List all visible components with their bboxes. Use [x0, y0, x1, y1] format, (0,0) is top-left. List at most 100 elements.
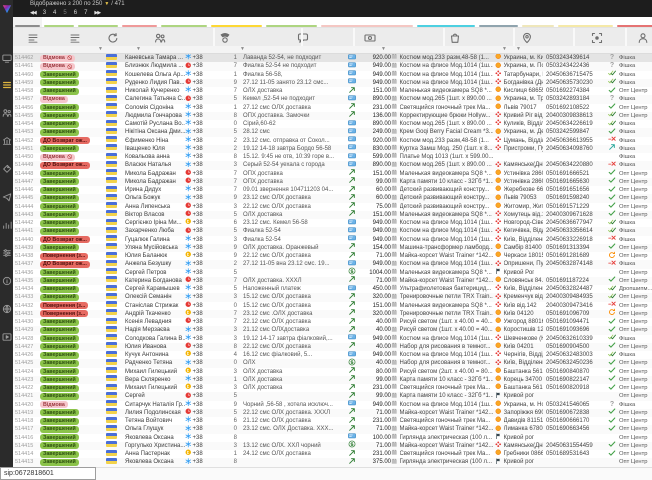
last-page-button[interactable]: ▶▶ [94, 10, 100, 16]
tracking-number[interactable]: 20450632483003 [543, 351, 605, 359]
page-button-3[interactable]: 3 [43, 10, 46, 16]
tracking-number[interactable]: 20450636613955 [543, 137, 605, 145]
callback-column-icon[interactable] [107, 31, 119, 43]
tracking-number[interactable]: 0501690820918 [543, 384, 605, 392]
page-button-4[interactable]: 4 [53, 10, 56, 16]
substatus-column-icon[interactable] [69, 31, 81, 43]
order-comment: 16.12 смс фіалковий, 5... [243, 351, 347, 359]
tracking-number[interactable]: 20400309671628 [543, 211, 605, 219]
client-column-icon[interactable] [154, 31, 166, 43]
tracking-number[interactable]: 20450632610339 [543, 335, 605, 343]
tracking-number[interactable]: 0501690663456 [543, 425, 605, 433]
column-filter-caret-icon[interactable]: ▼ [98, 46, 103, 52]
tracking-number[interactable]: 0503242599847 [543, 128, 605, 136]
tracking-number[interactable]: 20450631554459 [543, 442, 605, 450]
manager-column-icon[interactable] [637, 31, 649, 43]
page-button-6[interactable]: 6 [74, 10, 77, 16]
tracking-number[interactable]: 20450634226619 [543, 120, 605, 128]
tab-6[interactable]: Завершений278 [264, 17, 318, 27]
status-badge: Завершений [40, 434, 79, 441]
tab-12[interactable]: Повернений [615, 17, 652, 27]
tracking-number[interactable]: 20450636677947 [543, 219, 605, 227]
page-button-5[interactable]: 5 [63, 10, 66, 16]
dashboard-icon[interactable] [1, 52, 12, 63]
tracking-number[interactable]: 0501692274384 [543, 87, 605, 95]
tab-4[interactable]: Запакований1 [159, 17, 209, 27]
tab-7[interactable]: Повернення товару (в дорозі)0 [319, 17, 415, 27]
delivery-column-icon[interactable] [521, 31, 533, 43]
tracking-number[interactable]: 0501691281689 [543, 252, 605, 260]
order-id: 514420 [13, 401, 40, 409]
tracking-number[interactable]: 20450633356614 [543, 227, 605, 235]
table-row[interactable]: 514413ЗавершенийЯковлева Оксана+388375.0… [13, 458, 652, 466]
tracking-number[interactable]: 0501691093696 [543, 326, 605, 334]
tracking-number[interactable]: 20450632450236 [543, 359, 605, 367]
tracking-number[interactable]: 0501690822147 [543, 376, 605, 384]
tracking-number[interactable]: 20400309473416 [543, 302, 605, 310]
tracking-number[interactable]: 0501691665630 [543, 178, 605, 186]
column-filter-caret-icon[interactable]: ▼ [381, 46, 386, 52]
first-page-button[interactable]: ◀◀ [30, 10, 36, 16]
comment-column-icon[interactable] [297, 31, 309, 43]
video-icon[interactable] [1, 331, 12, 342]
tracking-number[interactable]: 0501691666521 [543, 170, 605, 178]
tab-11[interactable]: В дорозі додому0 [556, 17, 615, 27]
tracking-number[interactable]: 20450632824487 [543, 285, 605, 293]
phone-column-icon[interactable] [219, 31, 231, 43]
tracking-column-icon[interactable] [591, 31, 603, 43]
settings-icon[interactable] [1, 247, 12, 258]
tracking-number[interactable]: 0501690904500 [543, 343, 605, 351]
products-icon[interactable] [1, 163, 12, 174]
tab-8[interactable]: Нема в наявності1 [415, 17, 477, 27]
page-button-7[interactable]: 7 [84, 10, 87, 16]
info-icon[interactable] [1, 275, 12, 286]
tracking-number[interactable]: 0501691187224 [543, 277, 605, 285]
tracking-number[interactable]: 0501692108522 [543, 104, 605, 112]
tracking-number[interactable]: 20450634098760 [543, 145, 605, 153]
tracking-number[interactable]: 0501691094471 [543, 318, 605, 326]
tracking-number[interactable]: 20450633226918 [543, 236, 605, 244]
tab-2[interactable]: Прийнятий7 [76, 17, 120, 27]
clients-icon[interactable] [1, 107, 12, 118]
page-size-caret-icon[interactable]: ▼ [104, 1, 109, 7]
tab-10[interactable]: Сервіси0 [520, 17, 556, 27]
tracking-number[interactable]: 0501691313394 [543, 244, 605, 252]
tracking-number[interactable]: 0501690672838 [543, 409, 605, 417]
payment-column-icon[interactable] [364, 31, 376, 43]
campaigns-icon[interactable] [1, 191, 12, 202]
client-phone-link[interactable]: +38 [185, 458, 221, 468]
tracking-number[interactable]: 20400309484935 [543, 293, 605, 301]
tracking-number[interactable]: 0503241546065 [543, 401, 605, 409]
product-column-icon[interactable] [449, 31, 461, 43]
integrations-icon[interactable] [1, 303, 12, 314]
tracking-number[interactable]: 0501689531643 [543, 450, 605, 458]
column-filter-caret-icon[interactable]: ▼ [516, 46, 521, 52]
warehouse-icon[interactable] [1, 135, 12, 146]
tab-3[interactable]: Відмова42 [120, 17, 159, 27]
tab-1[interactable]: Новий48 [42, 17, 76, 27]
tracking-number[interactable]: 20450636715475 [543, 71, 605, 79]
order-comment: 21.12 смс ОЛХдоставка [243, 326, 347, 334]
tracking-number[interactable]: 20450634220880 [543, 161, 605, 169]
column-filter-caret-icon[interactable]: ▼ [240, 46, 245, 52]
tracking-number[interactable]: 20400309838613 [543, 112, 605, 120]
tracking-number[interactable]: 0501691598240 [543, 194, 605, 202]
tracking-number[interactable]: 0503242893184 [543, 95, 605, 103]
tracking-number[interactable]: 0501691651656 [543, 186, 605, 194]
tab-9[interactable]: Самовивіз2 [477, 17, 520, 27]
status-column-icon[interactable] [27, 31, 39, 43]
tracking-number[interactable]: 0501691571229 [543, 203, 605, 211]
tracking-number[interactable]: 20450632874148 [543, 260, 605, 268]
column-filter-caret-icon[interactable]: ▼ [136, 46, 141, 52]
tab-all[interactable]: Всі471 [13, 17, 42, 27]
orders-icon[interactable] [1, 79, 12, 90]
tracking-number[interactable]: 0503243422436 [543, 62, 605, 70]
tracking-number[interactable]: 0501690840870 [543, 368, 605, 376]
column-filter-caret-icon[interactable]: ▼ [502, 46, 507, 52]
tracking-number[interactable]: 20450635730230 [543, 79, 605, 87]
statistics-icon[interactable] [1, 219, 12, 230]
tab-5[interactable]: Відправлений12 [209, 17, 264, 27]
tracking-number[interactable]: 0503243439614 [543, 54, 605, 62]
tracking-number[interactable]: 0501691096709 [543, 310, 605, 318]
tracking-number[interactable]: 0501690666170 [543, 417, 605, 425]
